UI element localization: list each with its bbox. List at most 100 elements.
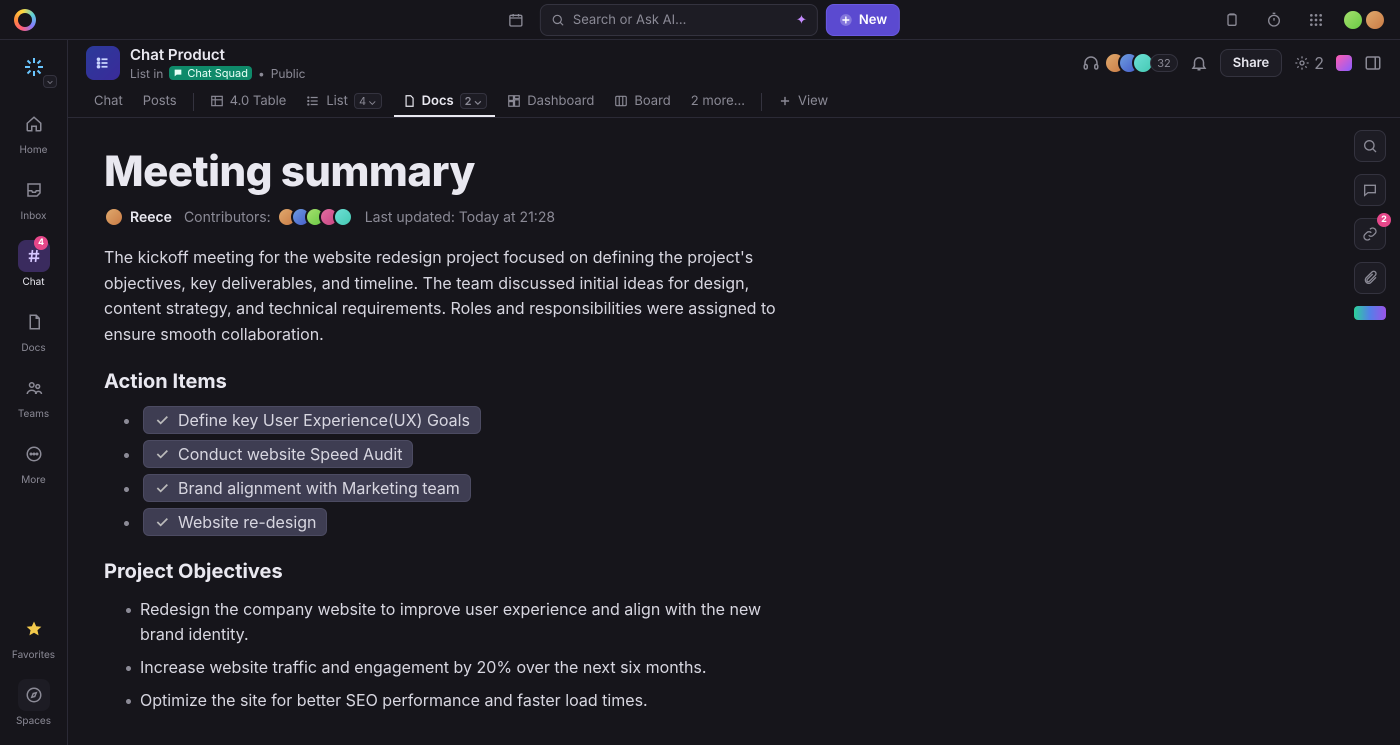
topbar-avatar-1[interactable]	[1342, 9, 1364, 31]
task-chip[interactable]: Conduct website Speed Audit	[143, 440, 413, 468]
tab-dashboard[interactable]: Dashboard	[499, 86, 602, 117]
topbar-avatar-2[interactable]	[1364, 9, 1386, 31]
bell-icon[interactable]	[1190, 54, 1208, 72]
automation-button[interactable]: 2	[1294, 53, 1324, 73]
tab-label: Docs	[422, 93, 454, 109]
sidebar-item-inbox[interactable]: Inbox	[0, 166, 67, 230]
search-icon	[551, 13, 565, 27]
breadcrumb-squad-chip[interactable]: Chat Squad	[169, 66, 252, 80]
list-item[interactable]: Optimize the site for better SEO perform…	[104, 684, 804, 717]
tab-docs[interactable]: Docs 2⌄	[394, 86, 496, 117]
sidebar-item-teams[interactable]: Teams	[0, 364, 67, 428]
avatar	[104, 207, 124, 227]
share-button[interactable]: Share	[1220, 49, 1282, 77]
sidebar-item-label: Favorites	[12, 649, 55, 661]
task-chip[interactable]: Brand alignment with Marketing team	[143, 474, 471, 502]
tab-label: 4.0 Table	[230, 93, 287, 109]
doc-title[interactable]: Meeting summary	[104, 146, 1308, 197]
tab-label: 2 more...	[691, 93, 745, 109]
contributor-avatars[interactable]	[283, 207, 353, 227]
list-item: Brand alignment with Marketing team	[104, 471, 804, 505]
topbar-right	[1216, 4, 1386, 36]
dashboard-icon	[507, 94, 521, 108]
list-item[interactable]: Redesign the company website to improve …	[104, 593, 804, 651]
doc-summary[interactable]: The kickoff meeting for the website rede…	[104, 245, 804, 347]
objectives-list: Redesign the company website to improve …	[104, 593, 804, 716]
list-item: Conduct website Speed Audit	[104, 437, 804, 471]
objectives-heading[interactable]: Project Objectives	[104, 559, 1308, 583]
tab-more[interactable]: 2 more...	[683, 86, 753, 117]
action-items-list: Define key User Experience(UX) Goals Con…	[104, 403, 804, 539]
stopwatch-icon	[1266, 12, 1282, 28]
workspace-switcher[interactable]: ⌄	[17, 50, 51, 84]
clipboard-button[interactable]	[1216, 4, 1248, 36]
tab-chat[interactable]: Chat	[86, 86, 131, 117]
list-item: Define key User Experience(UX) Goals	[104, 403, 804, 437]
paperclip-icon	[1362, 270, 1378, 286]
list-item[interactable]: Increase website traffic and engagement …	[104, 651, 804, 684]
page-header-right: 32 Share 2	[1082, 49, 1382, 77]
right-rail: 2	[1354, 130, 1386, 320]
sidebar-item-chat[interactable]: 4 Chat	[0, 232, 67, 296]
clipboard-icon	[1224, 12, 1240, 28]
sidebar-item-favorites[interactable]: Favorites	[0, 605, 67, 669]
ai-icon[interactable]	[1336, 55, 1352, 71]
doc-byline: Reece Contributors: Last updated: Today …	[104, 207, 1308, 227]
check-icon	[154, 412, 170, 428]
color-legend[interactable]	[1354, 306, 1386, 320]
view-tabs: Chat Posts 4.0 Table List 4⌄ Docs 2⌄ Das…	[68, 86, 1400, 118]
sidebar-item-label: Spaces	[16, 715, 51, 727]
check-icon	[154, 514, 170, 530]
tab-board[interactable]: Board	[606, 86, 678, 117]
chevron-down-icon: ⌄	[43, 75, 56, 88]
doc-author[interactable]: Reece	[104, 207, 172, 227]
action-items-heading[interactable]: Action Items	[104, 369, 1308, 393]
comments-button[interactable]	[1354, 174, 1386, 206]
calendar-button[interactable]	[500, 4, 532, 36]
search-doc-button[interactable]	[1354, 130, 1386, 162]
viewer-avatars[interactable]: 32	[1112, 52, 1178, 74]
teams-icon	[25, 379, 43, 397]
panel-icon[interactable]	[1364, 54, 1382, 72]
tab-list[interactable]: List 4⌄	[298, 86, 389, 117]
page-title: Chat Product	[130, 45, 305, 64]
attachments-button[interactable]	[1354, 262, 1386, 294]
relationships-button[interactable]: 2	[1354, 218, 1386, 250]
plus-icon	[778, 94, 792, 108]
document-body: Meeting summary Reece Contributors: Last…	[68, 118, 1344, 745]
divider	[193, 93, 194, 111]
tab-add-view[interactable]: View	[770, 86, 836, 117]
list-icon	[86, 46, 120, 80]
apps-grid-button[interactable]	[1300, 4, 1332, 36]
home-icon	[25, 115, 43, 133]
check-icon	[154, 446, 170, 462]
page-title-block: Chat Product List in Chat Squad • Public	[130, 45, 305, 81]
compass-icon	[25, 686, 43, 704]
automation-count: 2	[1314, 53, 1324, 73]
sidebar-item-label: Inbox	[21, 210, 47, 222]
breadcrumb-squad-label: Chat Squad	[187, 66, 248, 80]
calendar-icon	[508, 12, 524, 28]
sidebar-item-label: More	[21, 474, 45, 486]
tab-table[interactable]: 4.0 Table	[202, 86, 295, 117]
link-icon	[1362, 226, 1378, 242]
sidebar-item-home[interactable]: Home	[0, 100, 67, 164]
automation-icon	[1294, 55, 1310, 71]
app-logo-icon[interactable]	[14, 9, 36, 31]
search-input[interactable]: Search or Ask AI... ✦	[540, 4, 818, 36]
sidebar-item-label: Docs	[21, 342, 45, 354]
tab-posts[interactable]: Posts	[135, 86, 185, 117]
new-button[interactable]: New	[826, 4, 900, 36]
list-icon	[306, 94, 320, 108]
headphones-icon[interactable]	[1082, 54, 1100, 72]
timer-button[interactable]	[1258, 4, 1290, 36]
task-label: Define key User Experience(UX) Goals	[178, 410, 470, 430]
sidebar-item-spaces[interactable]: Spaces	[0, 671, 67, 735]
task-chip[interactable]: Website re-design	[143, 508, 327, 536]
breadcrumb-visibility: Public	[271, 66, 306, 81]
tab-label: List	[326, 93, 348, 109]
sidebar-item-more[interactable]: More	[0, 430, 67, 494]
sidebar-item-docs[interactable]: Docs	[0, 298, 67, 362]
share-button-label: Share	[1233, 55, 1269, 71]
task-chip[interactable]: Define key User Experience(UX) Goals	[143, 406, 481, 434]
